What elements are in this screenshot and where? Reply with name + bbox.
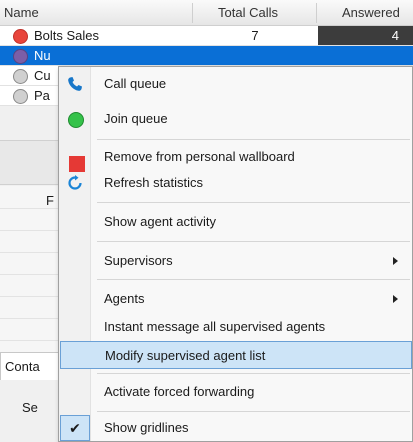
menu-item-label: Instant message all supervised agents	[104, 319, 326, 334]
menu-item-label: Show agent activity	[104, 214, 217, 229]
menu-item-label: Call queue	[104, 76, 167, 91]
table-row[interactable]: Bolts Sales 7 4	[0, 26, 413, 46]
menu-item-label: Remove from personal wallboard	[104, 149, 295, 164]
submenu-arrow-icon	[393, 295, 398, 303]
menu-separator	[97, 139, 410, 140]
search-label: Se	[22, 400, 38, 415]
status-dot-icon	[13, 89, 28, 104]
menu-item-label: Supervisors	[104, 253, 173, 268]
menu-item-remove-wallboard[interactable]: Remove from personal wallboard	[59, 143, 412, 172]
tab-contacts[interactable]: Conta	[0, 352, 62, 380]
menu-item-activate-forwarding[interactable]: Activate forced forwarding	[59, 378, 412, 406]
menu-item-instant-message[interactable]: Instant message all supervised agents	[59, 313, 412, 341]
queue-name: Bolts Sales	[34, 28, 100, 43]
column-header-answered[interactable]: Answered	[342, 0, 400, 26]
menu-separator	[97, 373, 410, 374]
total-calls-value: 7	[251, 28, 259, 43]
menu-item-join-queue[interactable]: Join queue	[59, 105, 412, 133]
column-divider[interactable]	[192, 3, 193, 23]
menu-item-agents[interactable]: Agents	[59, 285, 412, 313]
panel-divider	[0, 140, 60, 185]
menu-item-label: Agents	[104, 291, 145, 306]
table-header: Name Total Calls Answered	[0, 0, 413, 26]
menu-item-label: Refresh statistics	[104, 175, 203, 190]
context-menu: Call queue Join queue Remove from person…	[58, 66, 413, 442]
submenu-arrow-icon	[393, 257, 398, 265]
refresh-icon	[67, 175, 83, 191]
menu-item-show-gridlines[interactable]: ✔ Show gridlines	[59, 414, 412, 442]
answered-value: 4	[318, 26, 413, 45]
menu-item-call-queue[interactable]: Call queue	[59, 70, 412, 98]
status-dot-icon	[13, 49, 28, 64]
queue-name: Nu	[34, 48, 51, 63]
column-divider[interactable]	[316, 3, 317, 23]
menu-item-supervisors[interactable]: Supervisors	[59, 247, 412, 275]
column-header-name[interactable]: Name	[4, 0, 39, 26]
menu-item-label: Modify supervised agent list	[105, 348, 266, 363]
menu-item-modify-agent-list[interactable]: Modify supervised agent list	[60, 341, 412, 369]
phone-icon	[67, 76, 83, 92]
queue-name: Cu	[34, 68, 51, 83]
menu-item-refresh-statistics[interactable]: Refresh statistics	[59, 169, 412, 197]
table-row-selected[interactable]: Nu	[0, 46, 413, 66]
menu-item-label: Show gridlines	[104, 420, 189, 435]
status-dot-icon	[13, 69, 28, 84]
checkmark-icon: ✔	[60, 415, 90, 441]
menu-item-label: Join queue	[104, 111, 168, 126]
status-dot-icon	[13, 29, 28, 44]
menu-item-show-agent-activity[interactable]: Show agent activity	[59, 208, 412, 236]
menu-separator	[97, 202, 410, 203]
menu-separator	[97, 241, 410, 242]
queue-name: Pa	[34, 88, 50, 103]
menu-separator	[97, 411, 410, 412]
menu-item-label: Activate forced forwarding	[104, 384, 255, 399]
column-header-total-calls[interactable]: Total Calls	[218, 0, 278, 26]
menu-separator	[97, 279, 410, 280]
green-circle-icon	[68, 112, 84, 128]
column-header-partial[interactable]: F	[46, 193, 54, 208]
